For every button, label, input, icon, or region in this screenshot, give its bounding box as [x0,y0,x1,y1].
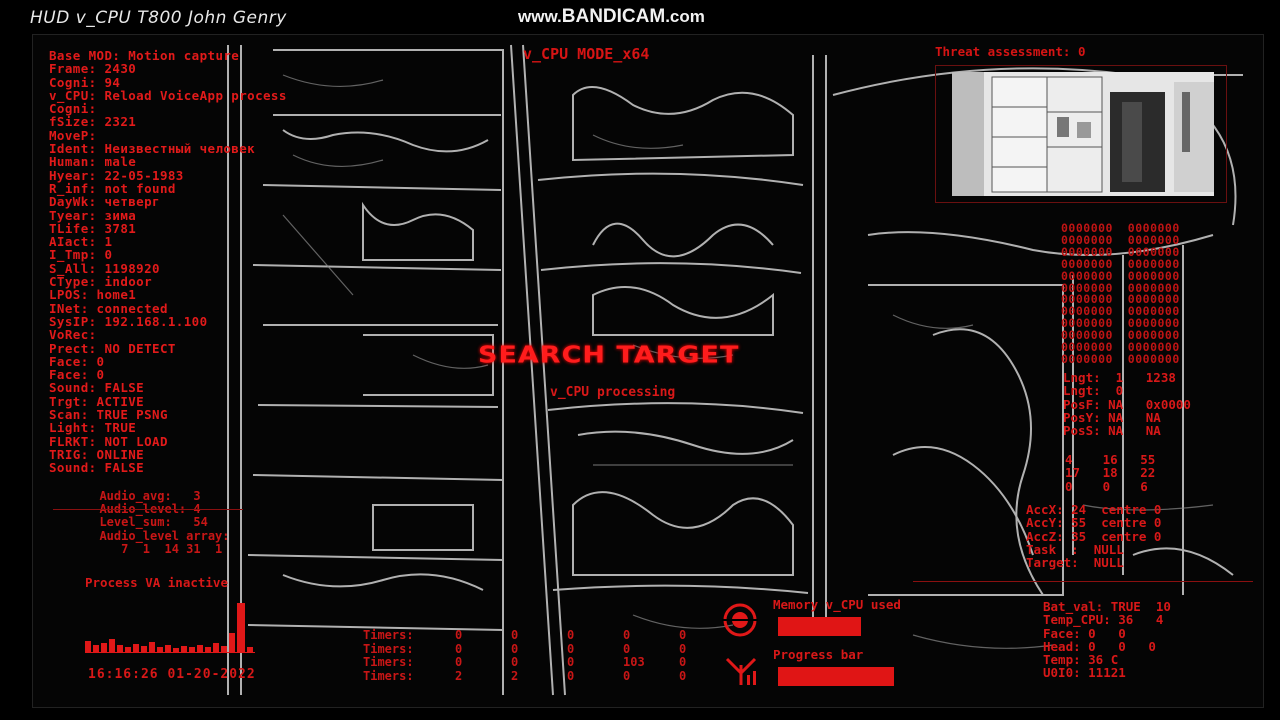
position-readout: Lngt: 1 1238 Lngt: 0 PosF: NA 0x0000 Pos… [1063,370,1191,439]
telemetry-line: Light: TRUE [49,420,137,436]
telemetry-line: Tyear: зима [49,207,137,223]
audio-histogram [85,603,255,653]
search-target-banner: SEARCH TARGET [478,342,740,369]
window-title: HUD v_CPU T800 John Genry [30,8,287,28]
telemetry-line: v_CPU: Reload VoiceApp process [49,87,287,103]
cpu-gauge-icon [722,603,758,637]
timer-value: 0 [455,641,463,656]
timer-value: 0 [567,641,575,656]
recorder-watermark: www.BANDICAM.com [518,6,705,28]
telemetry-line: Cogni: 94 [49,74,121,90]
timer-value: 0 [511,641,519,656]
process-va-status: Process VA inactive [85,575,228,590]
matrix-readout: 4 16 55 17 18 22 0 0 6 [1065,452,1156,494]
telemetry-line: Prect: NO DETECT [49,340,176,356]
binary-stream: 0000000 0000000 0000000 0000000 0000000 … [1061,221,1180,366]
accelerometer-readout: AccX: 24 centre 0 AccY: 55 centre 0 AccZ… [1026,502,1162,571]
timer-value: 0 [623,668,631,683]
processing-status: v_CPU processing [550,385,676,400]
telemetry-line: AIact: 1 [49,234,113,250]
hud-viewport: v_CPU MODE_x64 Threat assessment: 0 Base… [32,34,1264,708]
timer-value: 0 [511,655,519,669]
telemetry-line: Frame: 2430 [49,61,137,77]
camera-thumbnail-frame [935,65,1227,203]
clock-datetime: 16:16:26 01-20-2022 [88,667,256,682]
timer-value: 103 [623,655,645,669]
telemetry-line: Scan: TRUE PSNG [49,407,168,423]
title-bar: HUD v_CPU T800 John Genry www.BANDICAM.c… [0,0,1280,34]
timer-value: 0 [455,655,463,669]
telemetry-line: Sound: FALSE [49,460,145,476]
telemetry-line: Sound: FALSE [49,380,145,396]
watermark-suffix: .com [665,7,705,26]
timers-label: Timers: [363,668,414,683]
telemetry-line: Hyear: 22-05-1983 [49,167,184,183]
progress-bar [778,667,894,686]
thumbnail-scene [952,72,1214,196]
left-telemetry-list: Base MOD: Motion capture Frame: 2430 Cogni… [49,49,287,475]
timers-label: Timers: [363,641,414,656]
telemetry-line: TRIG: ONLINE [49,446,145,462]
telemetry-line: R_inf: not found [49,180,176,196]
memory-bar [778,617,861,636]
memory-label: Memory v_CPU used [773,597,901,612]
threat-assessment: Threat assessment: 0 [935,44,1086,59]
timers-table: Timers: 0 0 0 0 0 Timers: 0 0 0 0 0 Timers: 0 0 0 103 0 Ti… [363,628,735,684]
telemetry-line: Base MOD: Motion capture [49,48,240,63]
system-status-readout: Bat_val: TRUE 10 Temp_CPU: 36 4 Face: 0 … [1043,599,1171,681]
camera-thumbnail [952,72,1214,196]
telemetry-line: Face: 0 [49,367,105,383]
timers-label: Timers: [363,655,414,669]
watermark-brand: BANDICAM [561,6,666,27]
progress-label: Progress bar [773,647,864,662]
timer-value: 0 [623,628,631,642]
telemetry-line: CType: indoor [49,274,153,290]
audio-line: 7 1 14 31 1 [85,541,223,556]
timers-row: Timers: 0 0 0 0 0 [363,628,735,643]
timer-value: 0 [623,641,631,656]
audio-stats: Audio_avg: 3 Audio_level: 4 Level_sum: 5… [85,489,230,556]
divider [913,581,1253,582]
timers-row: Timers: 0 0 0 103 0 [363,655,735,670]
telemetry-line: INet: connected [49,300,168,316]
signal-antenna-icon [725,657,757,685]
telemetry-line: Trgt: ACTIVE [49,393,145,409]
telemetry-line: LPOS: home1 [49,287,137,303]
timer-value: 0 [679,641,687,656]
telemetry-line: TLife: 3781 [49,220,137,236]
timer-value: 0 [567,628,575,642]
cpu-mode-label: v_CPU MODE_x64 [523,45,650,63]
telemetry-line: I_Tmp: 0 [49,247,113,263]
watermark-prefix: www. [518,7,562,26]
telemetry-line: Cogni: [49,101,97,117]
telemetry-line: VoRec: [49,327,97,343]
timer-value: 0 [567,668,575,683]
telemetry-line: Human: male [49,154,137,170]
telemetry-line: Face: 0 [49,353,105,369]
audio-line: Level_sum: 54 [85,515,208,530]
timer-value: 0 [511,628,519,642]
audio-line: Audio_level array: [85,528,230,543]
timer-value: 0 [567,655,575,669]
telemetry-line: fSize: 2321 [49,114,137,130]
timers-row: Timers: 0 0 0 0 0 [363,641,735,657]
telemetry-line: MoveP: [49,127,97,143]
timer-value: 0 [455,628,463,642]
timer-value: 2 [455,668,463,683]
timers-row: Timers: 2 2 0 0 0 [363,668,735,684]
telemetry-line: SysIP: 192.168.1.100 [49,313,208,329]
telemetry-line: FLRKT: NOT LOAD [49,433,168,449]
telemetry-line: DayWk: четверг [49,194,160,210]
telemetry-line: Ident: Неизвестный человек [49,141,256,157]
telemetry-line: S_All: 1198920 [49,260,160,276]
timer-value: 2 [511,668,519,683]
divider [53,509,243,510]
timers-label: Timers: [363,628,414,642]
